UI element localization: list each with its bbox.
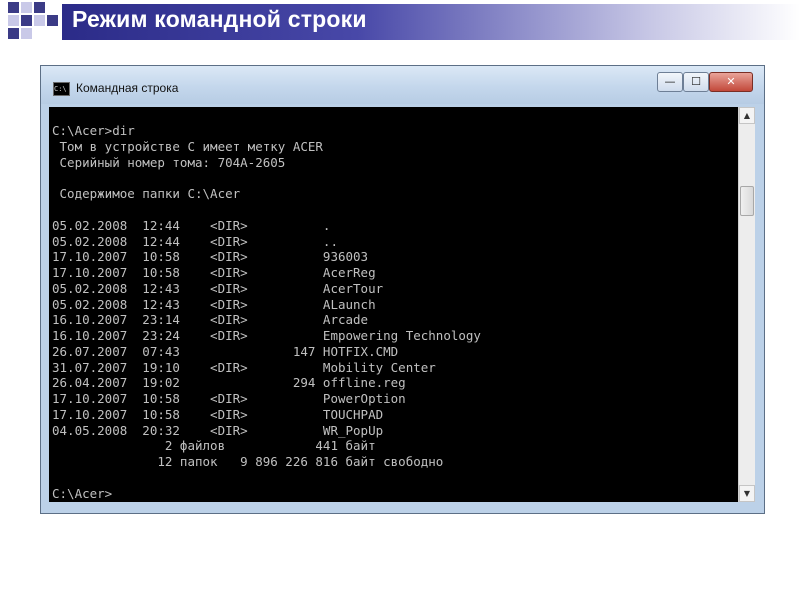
console-line: 26.07.2007 07:43 147 HOTFIX.CMD bbox=[52, 344, 399, 359]
console-icon: C:\ bbox=[53, 82, 70, 96]
console-line: 31.07.2007 19:10 <DIR> Mobility Center bbox=[52, 360, 436, 375]
console-line: 2 файлов 441 байт bbox=[52, 438, 376, 453]
console-line: 05.02.2008 12:44 <DIR> . bbox=[52, 218, 331, 233]
close-button[interactable]: ✕ bbox=[709, 72, 753, 92]
maximize-button[interactable]: ☐ bbox=[683, 72, 709, 92]
console-line: 17.10.2007 10:58 <DIR> 936003 bbox=[52, 249, 369, 264]
arrow-down-icon[interactable]: ▼ bbox=[739, 485, 755, 502]
scrollbar-thumb[interactable] bbox=[740, 186, 754, 216]
slide-title: Режим командной строки bbox=[72, 6, 367, 32]
vertical-scrollbar[interactable]: ▲ ▼ bbox=[738, 107, 755, 502]
console-prompt[interactable]: C:\Acer> bbox=[52, 486, 112, 502]
console-output[interactable]: C:\Acer>dir Том в устройстве C имеет мет… bbox=[49, 107, 738, 502]
window-titlebar[interactable]: C:\ Командная строка — ☐ ✕ bbox=[41, 66, 764, 104]
console-line: 17.10.2007 10:58 <DIR> TOUCHPAD bbox=[52, 407, 384, 422]
console-line: 26.04.2007 19:02 294 offline.reg bbox=[52, 375, 406, 390]
arrow-up-icon[interactable]: ▲ bbox=[739, 107, 755, 124]
console-line: 05.02.2008 12:43 <DIR> ALaunch bbox=[52, 297, 376, 312]
console-line: 05.02.2008 12:43 <DIR> AcerTour bbox=[52, 281, 384, 296]
minimize-button[interactable]: — bbox=[657, 72, 683, 92]
console-line: C:\Acer>dir bbox=[52, 123, 135, 138]
console-line: Содержимое папки C:\Acer bbox=[52, 186, 241, 201]
window-title: Командная строка bbox=[76, 81, 179, 95]
console-line: 04.05.2008 20:32 <DIR> WR_PopUp bbox=[52, 423, 384, 438]
console-line: 12 папок 9 896 226 816 байт свободно bbox=[52, 454, 444, 469]
console-line: 16.10.2007 23:24 <DIR> Empowering Techno… bbox=[52, 328, 481, 343]
console-line: 17.10.2007 10:58 <DIR> PowerOption bbox=[52, 391, 406, 406]
command-prompt-window[interactable]: C:\ Командная строка — ☐ ✕ C:\Acer>dir Т… bbox=[40, 65, 765, 514]
slide-header: Режим командной строки bbox=[0, 0, 800, 46]
console-line: 16.10.2007 23:14 <DIR> Arcade bbox=[52, 312, 369, 327]
console-line: 17.10.2007 10:58 <DIR> AcerReg bbox=[52, 265, 376, 280]
console-line: Том в устройстве C имеет метку ACER bbox=[52, 139, 323, 154]
console-line: 05.02.2008 12:44 <DIR> .. bbox=[52, 234, 338, 249]
console-line: Серийный номер тома: 704A-2605 bbox=[52, 155, 286, 170]
